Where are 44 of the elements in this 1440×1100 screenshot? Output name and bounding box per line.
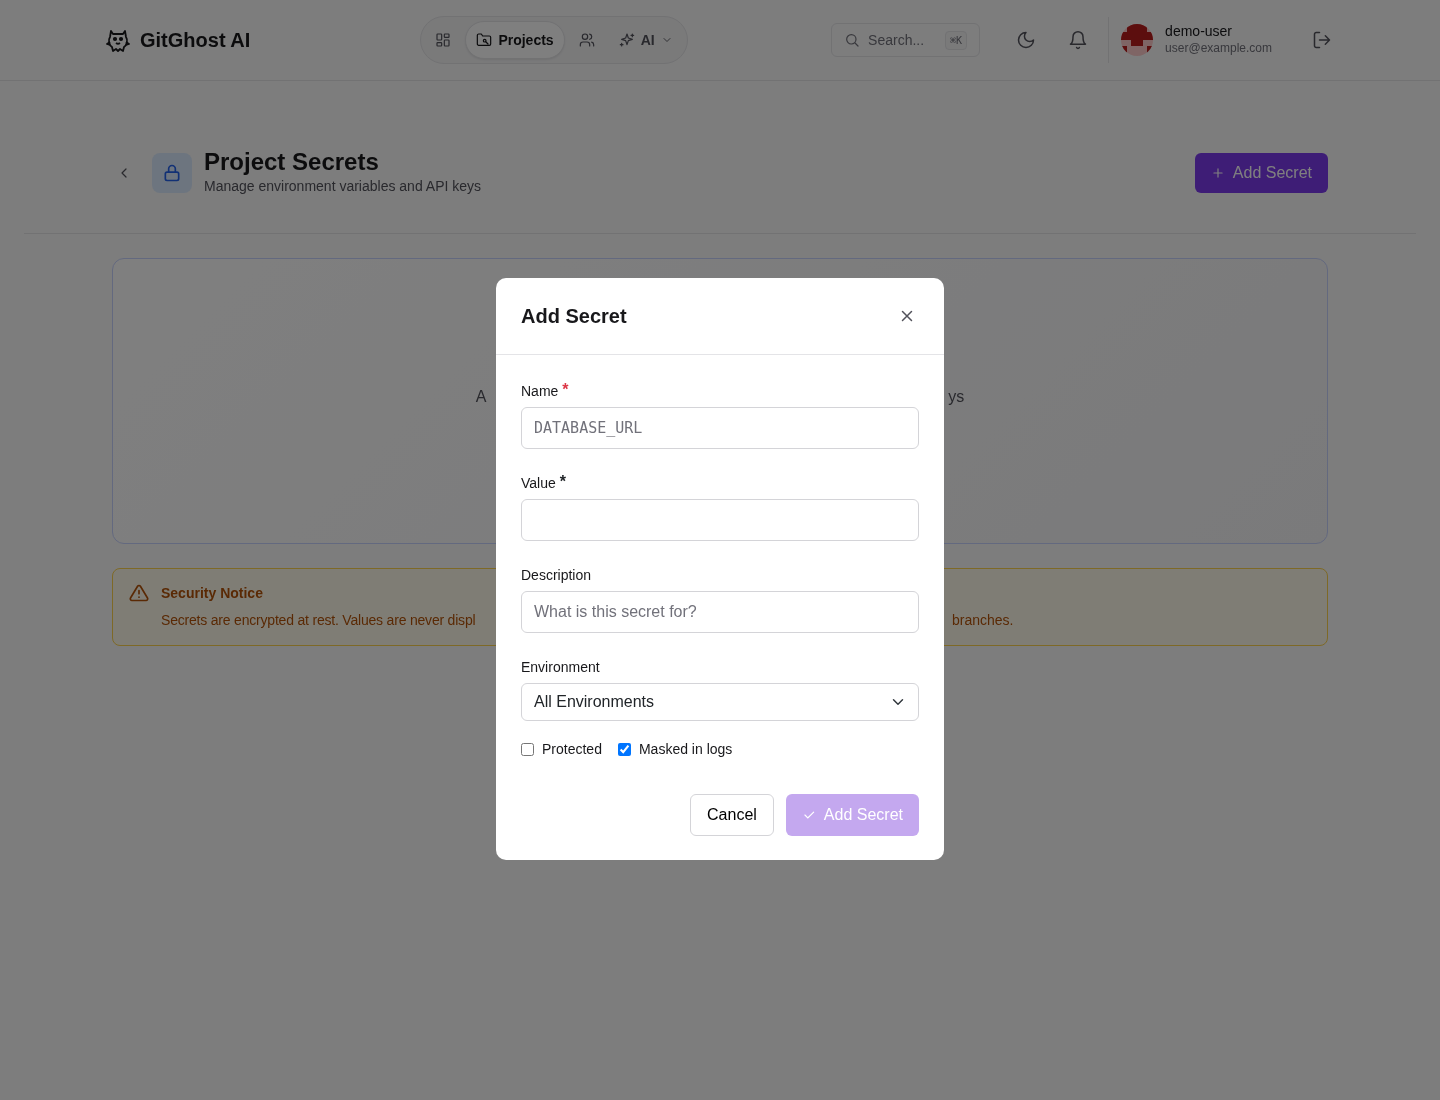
search-field[interactable]: Search... ⌘K bbox=[831, 23, 981, 57]
shortcut-hint: ⌘K bbox=[945, 30, 968, 50]
sparkle-icon bbox=[618, 32, 635, 48]
avatar-icon bbox=[1121, 24, 1154, 56]
nav-tab[interactable]: AI bbox=[608, 21, 683, 59]
checkbox[interactable] bbox=[617, 743, 631, 756]
field-label: Name bbox=[521, 382, 559, 401]
input-field[interactable]: What is this secret for? bbox=[521, 591, 919, 633]
bell-icon bbox=[1068, 30, 1089, 50]
logout-icon bbox=[1312, 30, 1332, 50]
user-email: user@example.com bbox=[1165, 40, 1272, 58]
page-subtitle: Manage environment variables and API keys bbox=[204, 176, 482, 196]
nav-tab[interactable]: Projects bbox=[465, 21, 565, 59]
users-icon bbox=[578, 32, 595, 48]
environment-select[interactable]: All Environments bbox=[521, 683, 919, 721]
notice-text: branches. bbox=[952, 611, 1014, 630]
moon-icon bbox=[1016, 30, 1037, 50]
notice-text: Secrets are encrypted at rest. Values are never displ bbox=[161, 611, 477, 630]
plus-icon bbox=[1210, 166, 1225, 180]
page-title: Project Secrets bbox=[204, 149, 380, 176]
dialog-title: Add Secret bbox=[521, 304, 627, 329]
folder-icon bbox=[476, 32, 493, 48]
checkbox[interactable] bbox=[521, 743, 534, 756]
warning-icon bbox=[129, 583, 149, 603]
lock-icon bbox=[162, 163, 182, 183]
search-icon bbox=[844, 32, 861, 48]
empty-state-text: A bbox=[475, 387, 487, 407]
brand-name: GitGhost AI bbox=[140, 28, 251, 53]
search-placeholder: Search... bbox=[868, 30, 925, 50]
cancel-button[interactable]: Cancel bbox=[690, 794, 774, 836]
field-label: Value bbox=[521, 474, 556, 493]
grid-icon bbox=[435, 32, 452, 48]
field-label: Environment bbox=[521, 658, 600, 677]
required-marker: * bbox=[562, 382, 569, 393]
empty-state-text: ys bbox=[948, 387, 965, 407]
required-marker: * bbox=[559, 474, 566, 485]
notice-title: Security Notice bbox=[161, 584, 264, 603]
input-field[interactable] bbox=[521, 499, 919, 541]
user-name: demo-user bbox=[1165, 22, 1234, 40]
add-secret-button[interactable]: Add Secret bbox=[1194, 153, 1328, 193]
input-field[interactable]: DATABASE_URL bbox=[521, 407, 919, 449]
checkbox-label: Masked in logs bbox=[638, 740, 733, 759]
field-label: Description bbox=[521, 566, 592, 585]
checkbox-label: Protected bbox=[542, 740, 602, 759]
